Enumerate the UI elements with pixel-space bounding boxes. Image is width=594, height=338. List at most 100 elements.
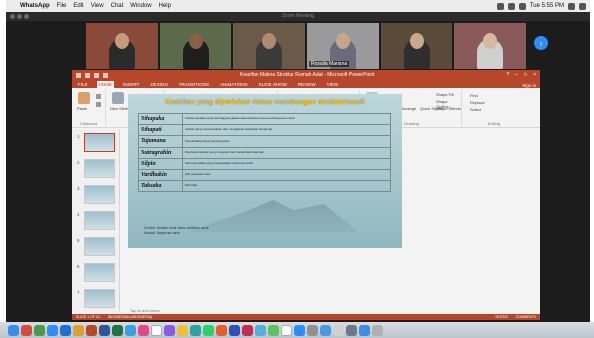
- skills-table[interactable]: Sthapaka Arsitek pendeta yang bertanggung…: [138, 112, 391, 193]
- tab-animations[interactable]: ANIMATIONS: [218, 81, 250, 88]
- find-button[interactable]: Find: [470, 93, 478, 98]
- trash-icon[interactable]: [372, 324, 383, 336]
- app-icon[interactable]: [333, 324, 344, 336]
- slide-thumbnails-pane: 1 2 3 4 5 6 7: [72, 129, 120, 312]
- battery-icon[interactable]: [518, 2, 526, 10]
- participant-tile[interactable]: [86, 23, 158, 69]
- tab-insert[interactable]: INSERT: [121, 81, 141, 88]
- wifi-icon[interactable]: [507, 2, 515, 10]
- comments-toggle[interactable]: COMMENTS: [516, 315, 536, 319]
- app-icon[interactable]: [242, 324, 253, 336]
- app-icon[interactable]: [255, 324, 266, 336]
- clock[interactable]: Tue 5:55 PM: [530, 3, 564, 9]
- app-icon[interactable]: [346, 324, 357, 336]
- slide-thumbnail[interactable]: 3: [77, 185, 115, 204]
- slide-canvas[interactable]: Keahlian yang diperlukan dalam membangun…: [128, 94, 402, 248]
- app-icon[interactable]: [60, 324, 71, 336]
- tab-file[interactable]: FILE: [76, 81, 90, 88]
- app-icon[interactable]: [164, 324, 175, 336]
- help-icon[interactable]: ?: [506, 72, 509, 78]
- menu-view[interactable]: View: [91, 3, 104, 9]
- slide-thumbnail[interactable]: 6: [77, 263, 115, 282]
- tab-review[interactable]: REVIEW: [296, 81, 318, 88]
- redo-icon[interactable]: [94, 72, 99, 78]
- new-slide-icon[interactable]: [112, 92, 124, 104]
- paste-button[interactable]: Paste: [77, 106, 87, 111]
- save-icon[interactable]: [76, 72, 81, 78]
- slide-thumbnail[interactable]: 2: [77, 159, 115, 178]
- select-button[interactable]: Select: [470, 107, 481, 112]
- app-icon[interactable]: [229, 324, 240, 336]
- slide-number: 7: [77, 290, 80, 295]
- menu-edit[interactable]: Edit: [73, 3, 83, 9]
- tab-transitions[interactable]: TRANSITIONS: [177, 81, 211, 88]
- app-icon[interactable]: [21, 324, 32, 336]
- menu-app-name[interactable]: WhatsApp: [20, 3, 50, 9]
- zoom-app-icon[interactable]: [47, 324, 58, 336]
- status-right: NOTES COMMENTS: [496, 315, 536, 319]
- excel-icon[interactable]: [112, 324, 123, 336]
- app-icon[interactable]: [307, 324, 318, 336]
- participant-tile[interactable]: [380, 23, 453, 69]
- app-icon[interactable]: [73, 324, 84, 336]
- copy-icon[interactable]: [96, 102, 101, 107]
- menu-file[interactable]: File: [57, 3, 67, 9]
- participant-tile[interactable]: Rosalia Mariana: [307, 23, 379, 69]
- menu-help[interactable]: Help: [159, 3, 171, 9]
- term-cell: Sthapati: [138, 124, 183, 137]
- cut-icon[interactable]: [96, 94, 101, 99]
- app-icon[interactable]: [190, 324, 201, 336]
- arrange-button[interactable]: Arrange: [402, 106, 416, 111]
- downloads-icon[interactable]: [359, 324, 370, 336]
- slide-footnote: Sumber: Kearifan lokal dalam arsitektur …: [144, 226, 209, 230]
- description-cell: Seniman pahat yang mengerjakan ukiran da…: [182, 157, 391, 170]
- zoom-window-title: Zoom Meeting: [282, 13, 314, 19]
- whatsapp-icon[interactable]: [203, 324, 214, 336]
- participant-tile[interactable]: [159, 23, 232, 69]
- shape-effects-button[interactable]: Shape Effects: [436, 106, 461, 111]
- language-indicator[interactable]: INDONESIAN (INDONESIA): [108, 315, 152, 319]
- menu-chat[interactable]: Chat: [111, 3, 124, 9]
- slide-thumbnail[interactable]: 7: [77, 289, 115, 308]
- zoom-status-icon[interactable]: [496, 2, 504, 10]
- control-center-icon[interactable]: [579, 2, 586, 10]
- finder-icon[interactable]: [8, 324, 19, 336]
- mac-dock: [0, 322, 594, 338]
- word-icon[interactable]: [99, 324, 110, 336]
- minimize-icon[interactable]: –: [515, 72, 518, 78]
- restore-icon[interactable]: □: [524, 72, 527, 78]
- shape-fill-button[interactable]: Shape Fill: [436, 92, 454, 97]
- app-icon[interactable]: [216, 324, 227, 336]
- slide-thumbnail[interactable]: 4: [77, 211, 115, 230]
- participant-face: [188, 33, 203, 49]
- new-slide-button[interactable]: New Slide: [110, 106, 128, 111]
- app-icon[interactable]: [34, 324, 45, 336]
- app-icon[interactable]: [125, 324, 136, 336]
- powerpoint-icon[interactable]: [86, 324, 97, 336]
- app-icon[interactable]: [281, 324, 292, 336]
- app-icon[interactable]: [320, 324, 331, 336]
- app-icon[interactable]: [177, 324, 188, 336]
- participant-tile[interactable]: [233, 23, 306, 69]
- tab-design[interactable]: DESIGN: [148, 81, 169, 88]
- close-icon[interactable]: ×: [533, 72, 536, 78]
- paste-icon[interactable]: [78, 92, 90, 104]
- tab-slide-show[interactable]: SLIDE SHOW: [257, 81, 289, 88]
- slide-thumbnail[interactable]: 5: [77, 237, 115, 256]
- app-icon[interactable]: [294, 324, 305, 336]
- tab-home[interactable]: HOME: [96, 81, 115, 88]
- gallery-next-page-button[interactable]: ›: [534, 36, 548, 50]
- app-icon[interactable]: [268, 324, 279, 336]
- undo-icon[interactable]: [85, 72, 90, 78]
- participant-face: [114, 33, 129, 49]
- participant-tile[interactable]: [454, 23, 527, 69]
- tab-view[interactable]: VIEW: [325, 81, 341, 88]
- menu-window[interactable]: Window: [130, 3, 151, 9]
- app-icon[interactable]: [138, 324, 149, 336]
- app-icon[interactable]: [151, 324, 162, 336]
- replace-button[interactable]: Replace: [470, 100, 485, 105]
- search-icon[interactable]: [568, 2, 575, 10]
- slide-thumbnail[interactable]: 1: [77, 133, 115, 152]
- slide-counter: SLIDE 1 OF 14: [76, 315, 100, 319]
- notes-toggle[interactable]: NOTES: [496, 315, 508, 319]
